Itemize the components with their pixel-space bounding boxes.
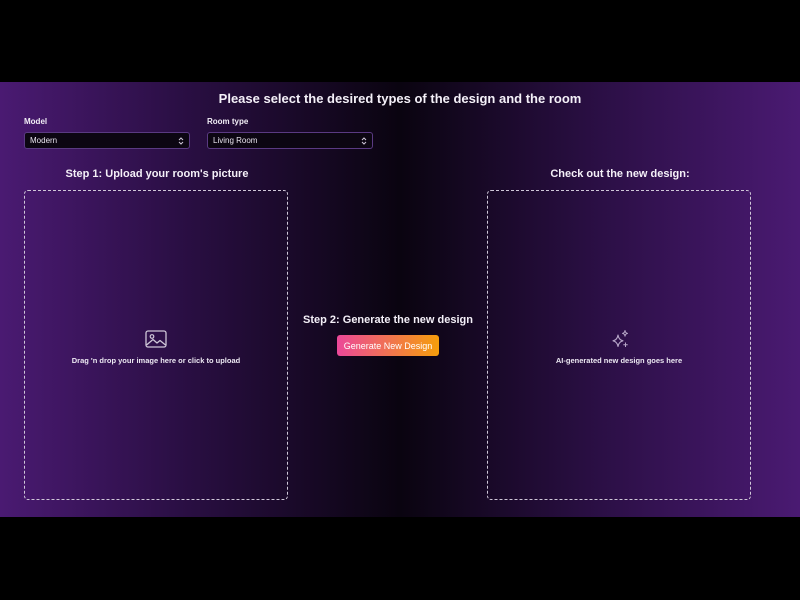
model-select-value: Modern: [30, 136, 58, 145]
room-type-label: Room type: [207, 117, 249, 126]
room-type-select-value: Living Room: [213, 136, 258, 145]
dropzone-text: Drag 'n drop your image here or click to…: [71, 356, 241, 365]
result-heading: Check out the new design:: [550, 168, 690, 180]
generate-design-button[interactable]: Generate New Design: [337, 335, 439, 356]
result-panel: AI-generated new design goes here: [487, 190, 751, 500]
result-placeholder: AI-generated new design goes here: [488, 329, 750, 365]
step2-heading: Step 2: Generate the new design: [303, 314, 473, 326]
model-select[interactable]: Modern: [24, 132, 190, 149]
model-field: Model Modern: [24, 117, 190, 149]
step1-heading: Step 1: Upload your room's picture: [65, 168, 249, 180]
chevron-updown-icon: [178, 137, 184, 145]
sparkles-icon: [612, 330, 628, 348]
upload-dropzone[interactable]: Drag 'n drop your image here or click to…: [24, 190, 288, 500]
result-placeholder-text: AI-generated new design goes here: [555, 356, 683, 365]
page-title: Please select the desired types of the d…: [218, 91, 582, 106]
room-type-select[interactable]: Living Room: [207, 132, 373, 149]
image-icon: [145, 330, 167, 348]
app-container: Please select the desired types of the d…: [0, 82, 800, 517]
chevron-updown-icon: [361, 137, 367, 145]
room-type-field: Room type Living Room: [207, 117, 373, 149]
model-label: Model: [24, 117, 48, 126]
dropzone-content: Drag 'n drop your image here or click to…: [25, 329, 287, 365]
